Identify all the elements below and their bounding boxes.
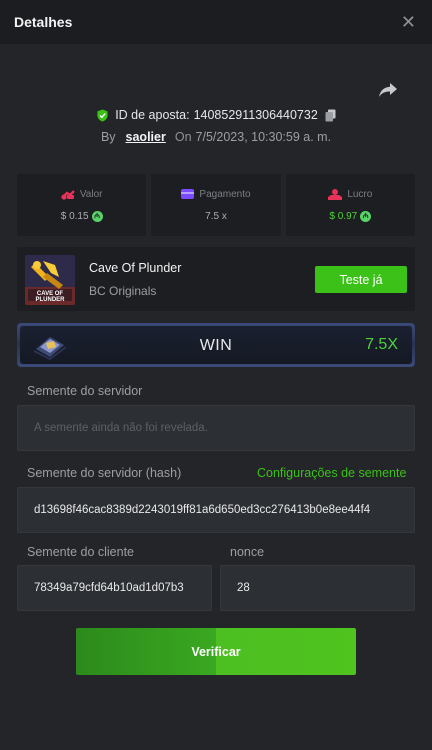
stat-valor-value-row: $ 0.15 ₼ — [60, 210, 103, 222]
share-icon[interactable] — [378, 82, 398, 98]
bet-byline: By saolier On 7/5/2023, 10:30:59 a. m. — [0, 128, 432, 146]
bet-id-row: ID de aposta: 140852911306440732 — [0, 106, 432, 124]
bet-stats: Valor $ 0.15 ₼ Pagamento 7.5 x Lucro $ 0… — [17, 174, 415, 236]
game-name[interactable]: Cave Of Plunder — [89, 261, 181, 275]
payout-card-icon — [181, 189, 195, 199]
modal-header: Detalhes ✕ — [0, 0, 432, 44]
stat-valor-label-row: Valor — [61, 188, 103, 200]
game-card: CAVE OF PLUNDER Cave Of Plunder BC Origi… — [17, 247, 415, 311]
bet-id-value: 140852911306440732 — [193, 108, 318, 122]
stat-lucro-label-row: Lucro — [328, 188, 373, 200]
stat-lucro-value-row: $ 0.97 ₼ — [329, 210, 372, 222]
game-thumbnail-art: CAVE OF PLUNDER — [25, 255, 75, 305]
bet-id-label: ID de aposta: — [115, 108, 190, 122]
nonce-field[interactable]: 28 — [220, 565, 415, 611]
close-icon[interactable]: ✕ — [401, 13, 416, 31]
result-banner-inner: WIN 7.5X — [20, 326, 412, 364]
server-seed-field[interactable]: A semente ainda não foi revelada. — [17, 405, 415, 451]
game-provider: BC Originals — [89, 284, 157, 298]
profit-icon — [328, 188, 343, 200]
game-thumbnail[interactable]: CAVE OF PLUNDER — [25, 255, 75, 305]
coin-icon: ₼ — [360, 210, 372, 222]
server-hash-label: Semente do servidor (hash) — [27, 466, 182, 480]
stat-pagamento-value-row: 7.5 x — [205, 211, 227, 222]
stat-pagamento: Pagamento 7.5 x — [151, 174, 281, 236]
coin-icon: ₼ — [91, 210, 103, 222]
nonce-label: nonce — [230, 545, 265, 559]
seed-settings-link[interactable]: Configurações de semente — [257, 466, 406, 480]
stat-pagamento-label: Pagamento — [199, 188, 251, 200]
stat-lucro: Lucro $ 0.97 ₼ — [285, 174, 415, 236]
server-seed-label: Semente do servidor — [27, 384, 143, 398]
result-banner: WIN 7.5X — [17, 323, 415, 367]
copy-icon[interactable] — [325, 109, 336, 122]
by-label: By — [100, 130, 116, 144]
client-seed-label: Semente do cliente — [27, 545, 135, 559]
stat-lucro-label: Lucro — [347, 188, 373, 200]
try-now-button[interactable]: Teste já — [315, 266, 407, 293]
verify-button[interactable]: Verificar — [76, 628, 356, 675]
stat-lucro-value: $ 0.97 — [329, 210, 358, 222]
server-hash-field[interactable]: d13698f46cac8389d2243019ff81a6d650ed3cc2… — [17, 487, 415, 533]
on-label: On — [174, 130, 192, 144]
stat-valor-value: $ 0.15 — [60, 210, 89, 222]
client-seed-field[interactable]: 78349a79cfd64b10ad1d07b3 — [17, 565, 212, 611]
stat-valor-label: Valor — [79, 188, 103, 200]
result-label: WIN — [199, 337, 233, 354]
stat-pagamento-label-row: Pagamento — [181, 188, 251, 200]
stat-pagamento-value: 7.5 x — [205, 210, 227, 222]
modal-title: Detalhes — [14, 14, 73, 30]
thumb-text-2: PLUNDER — [35, 297, 65, 303]
username-link[interactable]: saolier — [126, 130, 166, 144]
bet-datetime: 7/5/2023, 10:30:59 a. m. — [195, 130, 332, 144]
result-multiplier: 7.5X — [365, 336, 398, 353]
verified-check-icon — [97, 108, 108, 122]
stat-valor: Valor $ 0.15 ₼ — [17, 174, 147, 236]
bet-coins-icon — [61, 189, 75, 200]
